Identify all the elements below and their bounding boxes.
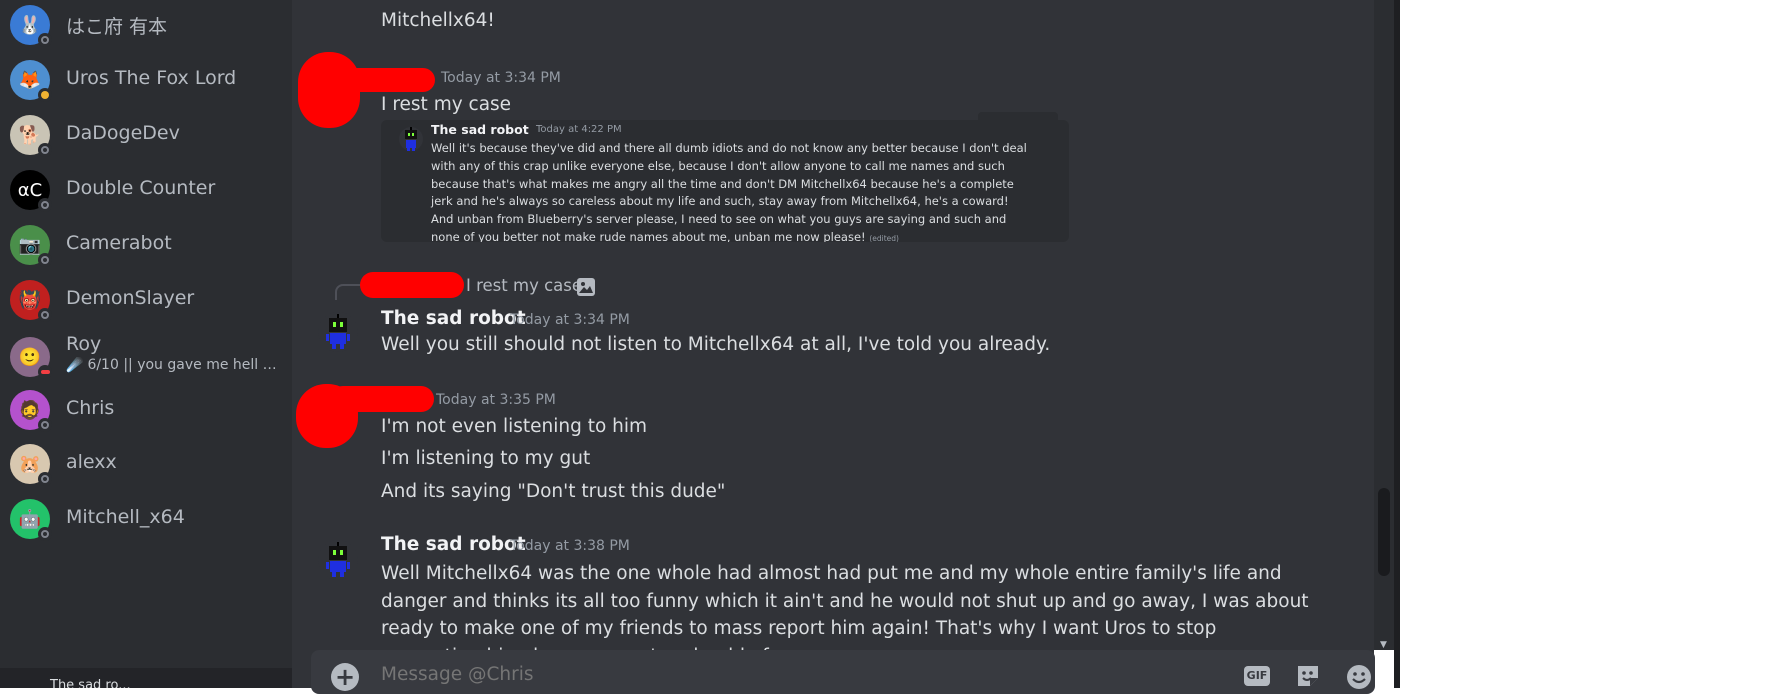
- avatar: 🧔: [10, 390, 52, 432]
- chat-scrollbar-thumb[interactable]: [1378, 488, 1390, 576]
- avatar: 🐰: [10, 5, 52, 47]
- avatar-glyph: 📷: [18, 234, 42, 256]
- message-text: And its saying "Don't trust this dude": [381, 481, 726, 502]
- status-indicator-icon: [38, 253, 52, 267]
- message-text: I'm not even listening to him: [381, 416, 648, 437]
- avatar-glyph: 🐰: [18, 14, 42, 36]
- status-indicator-icon: [38, 198, 52, 212]
- current-user-panel[interactable]: The sad ro...: [0, 668, 292, 688]
- add-attachment-button[interactable]: +: [331, 663, 359, 691]
- avatar-glyph: 🧔: [18, 399, 42, 421]
- member-list-item[interactable]: 🤖 Mitchell_x64: [10, 497, 288, 541]
- status-indicator-icon: [38, 418, 52, 432]
- status-indicator-icon: [38, 527, 52, 541]
- message-timestamp: Today at 3:38 PM: [510, 538, 630, 554]
- avatar: 🤖: [10, 499, 52, 541]
- message-text: Well you still should not listen to Mitc…: [381, 334, 1051, 355]
- member-list-item[interactable]: 👹 DemonSlayer: [10, 278, 288, 322]
- image-attachment[interactable]: The sad robot Today at 4:22 PM Well it's…: [381, 120, 1069, 242]
- member-name: Double Counter: [66, 177, 216, 199]
- member-name: DaDogeDev: [66, 122, 180, 144]
- avatar: 🐕: [10, 115, 52, 157]
- activity-text: 6/10 || you gave me hell o...: [87, 357, 281, 373]
- member-name: Roy: [66, 333, 102, 355]
- avatar-glyph: 🐹: [18, 453, 42, 475]
- member-name: Mitchell_x64: [66, 506, 185, 528]
- avatar: 📷: [10, 225, 52, 267]
- status-indicator-icon: [38, 88, 52, 102]
- avatar: 🙂: [10, 337, 52, 379]
- member-name: Chris: [66, 397, 115, 419]
- message-timestamp: Today at 3:34 PM: [441, 70, 561, 86]
- redacted-username: [330, 68, 435, 92]
- embedded-message: The sad robot Today at 4:22 PM Well it's…: [391, 120, 1051, 242]
- message-input[interactable]: [381, 664, 981, 685]
- redacted-reply-username: [360, 272, 464, 298]
- member-list-sidebar: 🐰 はこ府 有本 🦊 Uros The Fox Lord 🐕 DaDogeDev αC Dou…: [0, 0, 292, 688]
- image-icon: [577, 278, 595, 296]
- avatar-glyph: 🙂: [18, 346, 42, 368]
- scroll-down-arrow-icon[interactable]: ▼: [1380, 640, 1387, 650]
- robot-avatar-icon[interactable]: [318, 540, 358, 580]
- member-list-item[interactable]: 📷 Camerabot: [10, 223, 288, 267]
- avatar-glyph: 🤖: [18, 508, 42, 530]
- member-list-item[interactable]: 🐕 DaDogeDev: [10, 113, 288, 157]
- member-list-item[interactable]: 🐰 はこ府 有本: [10, 3, 288, 47]
- status-indicator-icon: [38, 143, 52, 157]
- message-timestamp: Today at 3:34 PM: [510, 312, 630, 328]
- member-list-item[interactable]: 🐹 alexx: [10, 442, 288, 486]
- embed-edited-tag: (edited): [869, 233, 899, 242]
- gif-button[interactable]: GIF: [1244, 666, 1270, 686]
- embed-body-content: Well it's because they've did and there …: [431, 141, 1027, 242]
- message-text: I'm listening to my gut: [381, 448, 591, 469]
- embed-username: The sad robot: [431, 122, 529, 137]
- message-username[interactable]: The sad robot: [381, 534, 526, 555]
- status-indicator-icon: [38, 308, 52, 322]
- member-name: はこ府 有本: [66, 16, 168, 38]
- member-activity: ☄️ 6/10 || you gave me hell o...: [66, 357, 281, 373]
- sticker-icon[interactable]: [1295, 663, 1321, 689]
- message-timestamp: Today at 3:35 PM: [436, 392, 556, 408]
- message-username[interactable]: The sad robot: [381, 308, 526, 329]
- member-name: alexx: [66, 451, 117, 473]
- status-indicator-icon: [38, 365, 52, 379]
- embed-robot-avatar-icon: [399, 127, 423, 151]
- comet-icon: ☄️: [66, 357, 84, 373]
- avatar-glyph: 👹: [18, 289, 42, 311]
- robot-avatar-icon[interactable]: [318, 312, 358, 352]
- avatar-glyph: 🐕: [18, 124, 42, 146]
- embed-body-text: Well it's because they've did and there …: [431, 140, 1031, 242]
- status-indicator-icon: [38, 472, 52, 486]
- avatar: αC: [10, 170, 52, 212]
- avatar: 🦊: [10, 60, 52, 102]
- avatar: 🐹: [10, 444, 52, 486]
- window-edge: [1394, 0, 1400, 688]
- member-list-item[interactable]: 🙂 Roy ☄️ 6/10 || you gave me hell o...: [10, 333, 288, 379]
- redacted-username: [330, 386, 434, 412]
- embed-timestamp: Today at 4:22 PM: [536, 124, 622, 135]
- message-text: I rest my case: [381, 94, 512, 115]
- member-name: Uros The Fox Lord: [66, 67, 237, 89]
- member-list-item[interactable]: 🧔 Chris: [10, 388, 288, 432]
- member-name: DemonSlayer: [66, 287, 195, 309]
- emoji-icon[interactable]: [1345, 663, 1373, 691]
- member-list-item[interactable]: 🦊 Uros The Fox Lord: [10, 58, 288, 102]
- message-text: Mitchellx64!: [381, 10, 495, 31]
- member-list-item[interactable]: αC Double Counter: [10, 168, 288, 212]
- avatar-glyph: αC: [17, 179, 43, 201]
- status-indicator-icon: [38, 33, 52, 47]
- current-user-name: The sad ro...: [50, 678, 131, 688]
- reply-preview-text[interactable]: I rest my case: [466, 276, 582, 295]
- avatar: 👹: [10, 280, 52, 322]
- avatar-glyph: 🦊: [18, 69, 42, 91]
- member-name: Camerabot: [66, 232, 172, 254]
